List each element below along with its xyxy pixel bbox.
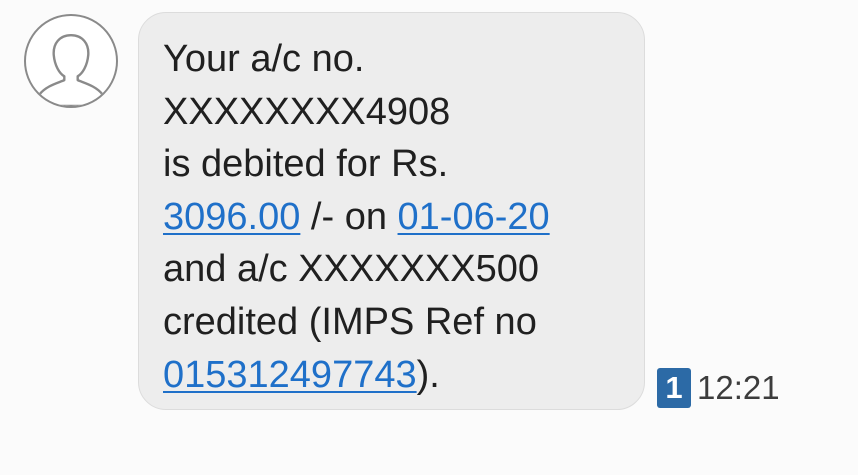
message-line: Your a/c no. bbox=[163, 38, 365, 80]
masked-account-number: XXXXXXXX4908 bbox=[163, 90, 451, 133]
amount-link[interactable]: 3096.00 bbox=[163, 196, 300, 238]
message-line: credited (IMPS Ref no bbox=[163, 300, 537, 343]
reference-number-link[interactable]: 015312497743 bbox=[163, 354, 417, 396]
sms-conversation: Your a/c no. XXXXXXXX4908 is debited for… bbox=[0, 0, 858, 475]
person-silhouette-icon bbox=[38, 33, 104, 106]
message-text: ). bbox=[416, 353, 440, 396]
message-text: /- on bbox=[300, 195, 398, 238]
sim-slot-badge: 1 bbox=[657, 368, 691, 408]
message-meta: 1 12:21 bbox=[657, 368, 780, 408]
contact-avatar[interactable] bbox=[24, 14, 118, 108]
message-line: and a/c XXXXXXX500 bbox=[163, 248, 540, 291]
message-timestamp: 12:21 bbox=[697, 369, 780, 406]
message-line: is debited for Rs. bbox=[163, 143, 449, 186]
message-bubble[interactable]: Your a/c no. XXXXXXXX4908 is debited for… bbox=[138, 12, 645, 410]
message-body: Your a/c no. XXXXXXXX4908 is debited for… bbox=[163, 33, 624, 401]
date-link[interactable]: 01-06-20 bbox=[398, 196, 550, 238]
